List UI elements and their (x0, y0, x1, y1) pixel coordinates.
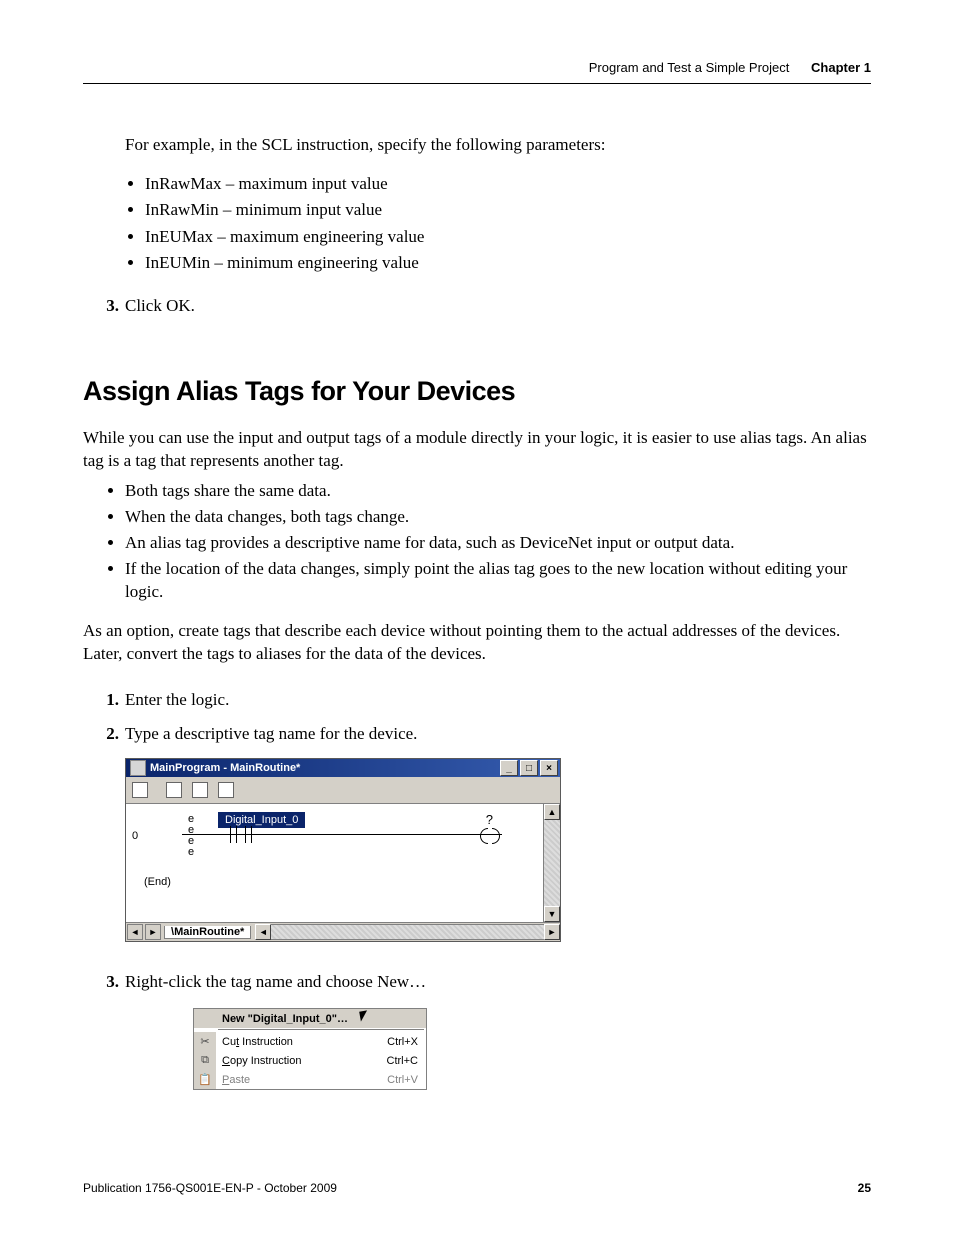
list-item: When the data changes, both tags change. (125, 505, 871, 529)
menu-item-paste: 📋 Paste Ctrl+V (194, 1070, 426, 1089)
menu-accelerator: Ctrl+C (387, 1055, 426, 1067)
xic-contact-icon[interactable] (226, 826, 256, 844)
toolbar-button[interactable] (188, 779, 212, 801)
menu-item-new-tag[interactable]: New "Digital_Input_0"… (194, 1009, 426, 1028)
param-item: InEUMax – maximum engineering value (145, 224, 871, 250)
scissors-icon: ✂ (194, 1032, 216, 1051)
toolbar-button[interactable] (214, 779, 238, 801)
routine-tab[interactable]: MainRoutine* (164, 926, 251, 939)
maximize-button[interactable]: □ (520, 760, 538, 776)
copy-icon: ⧉ (194, 1051, 216, 1070)
section-heading: Assign Alias Tags for Your Devices (83, 376, 871, 407)
step-row: 1. Enter the logic. (83, 690, 871, 710)
ladder-canvas[interactable]: 0 e e e e Digital_Input_0 ? (End) ▲ ▼ (126, 804, 560, 922)
step-row: 3. Click OK. (83, 296, 871, 316)
alias-benefits-list: Both tags share the same data. When the … (105, 479, 871, 604)
page-header: Program and Test a Simple Project Chapte… (83, 60, 871, 84)
vertical-scrollbar[interactable]: ▲ ▼ (543, 804, 560, 922)
ladder-editor-screenshot: MainProgram - MainRoutine* _ □ × 0 e e e… (125, 758, 871, 942)
window-title: MainProgram - MainRoutine* (150, 762, 300, 774)
window-icon (130, 760, 146, 776)
step-text: Click OK. (125, 296, 871, 316)
rung-end-label: (End) (144, 876, 171, 888)
list-item: Both tags share the same data. (125, 479, 871, 503)
step-text: Right-click the tag name and choose New… (125, 972, 871, 992)
scroll-left-button[interactable]: ◄ (255, 924, 271, 940)
rung-number: 0 (132, 830, 138, 842)
page-number: 25 (858, 1181, 871, 1195)
step-row: 3. Right-click the tag name and choose N… (83, 972, 871, 992)
unknown-tag-marker: ? (486, 812, 493, 827)
menu-label: Copy Instruction (216, 1055, 387, 1067)
header-chapter: Chapter 1 (811, 60, 871, 75)
body-paragraph: While you can use the input and output t… (83, 427, 871, 473)
menu-label: Paste (216, 1074, 387, 1086)
scroll-track[interactable] (544, 820, 560, 906)
horizontal-scrollbar[interactable]: ◄ ► (255, 924, 560, 940)
edit-marker-column: e e e e (188, 814, 194, 858)
close-button[interactable]: × (540, 760, 558, 776)
minimize-button[interactable]: _ (500, 760, 518, 776)
paste-icon: 📋 (194, 1070, 216, 1089)
menu-accelerator: Ctrl+X (387, 1036, 426, 1048)
scroll-up-button[interactable]: ▲ (544, 804, 560, 820)
ladder-toolbar (126, 777, 560, 804)
tab-next-button[interactable]: ► (145, 924, 161, 940)
publication-id: Publication 1756-QS001E-EN-P - October 2… (83, 1181, 337, 1195)
param-item: InEUMin – minimum engineering value (145, 250, 871, 276)
context-menu: New "Digital_Input_0"… ✂ Cut Instruction… (193, 1008, 427, 1090)
list-item: If the location of the data changes, sim… (125, 557, 871, 605)
menu-separator (218, 1029, 424, 1031)
menu-label: New "Digital_Input_0"… (216, 1013, 426, 1025)
toolbar-button[interactable] (162, 779, 186, 801)
parameter-list: InRawMax – maximum input value InRawMin … (125, 171, 871, 276)
menu-item-cut[interactable]: ✂ Cut Instruction Ctrl+X (194, 1032, 426, 1051)
step-text: Type a descriptive tag name for the devi… (125, 724, 871, 744)
page-footer: Publication 1756-QS001E-EN-P - October 2… (83, 1181, 871, 1195)
menu-item-copy[interactable]: ⧉ Copy Instruction Ctrl+C (194, 1051, 426, 1070)
toolbar-button[interactable] (128, 779, 152, 801)
header-section: Program and Test a Simple Project (589, 60, 790, 75)
list-item: An alias tag provides a descriptive name… (125, 531, 871, 555)
scroll-down-button[interactable]: ▼ (544, 906, 560, 922)
step-text: Enter the logic. (125, 690, 871, 710)
scroll-track[interactable] (271, 924, 544, 940)
tab-prev-button[interactable]: ◄ (127, 924, 143, 940)
param-item: InRawMin – minimum input value (145, 197, 871, 223)
step-number: 2. (83, 724, 125, 744)
ote-coil-icon[interactable] (481, 826, 499, 844)
step-row: 2. Type a descriptive tag name for the d… (83, 724, 871, 744)
scroll-right-button[interactable]: ► (544, 924, 560, 940)
param-item: InRawMax – maximum input value (145, 171, 871, 197)
menu-icon-blank (194, 1009, 216, 1028)
body-paragraph: As an option, create tags that describe … (83, 620, 871, 666)
step-number: 3. (83, 972, 125, 992)
menu-accelerator: Ctrl+V (387, 1074, 426, 1086)
routine-tab-strip: ◄ ► MainRoutine* ◄ ► (126, 922, 560, 941)
menu-label: Cut Instruction (216, 1036, 387, 1048)
intro-paragraph: For example, in the SCL instruction, spe… (125, 134, 871, 157)
step-number: 3. (83, 296, 125, 316)
window-titlebar[interactable]: MainProgram - MainRoutine* _ □ × (126, 759, 560, 777)
step-number: 1. (83, 690, 125, 710)
ladder-window: MainProgram - MainRoutine* _ □ × 0 e e e… (125, 758, 561, 942)
